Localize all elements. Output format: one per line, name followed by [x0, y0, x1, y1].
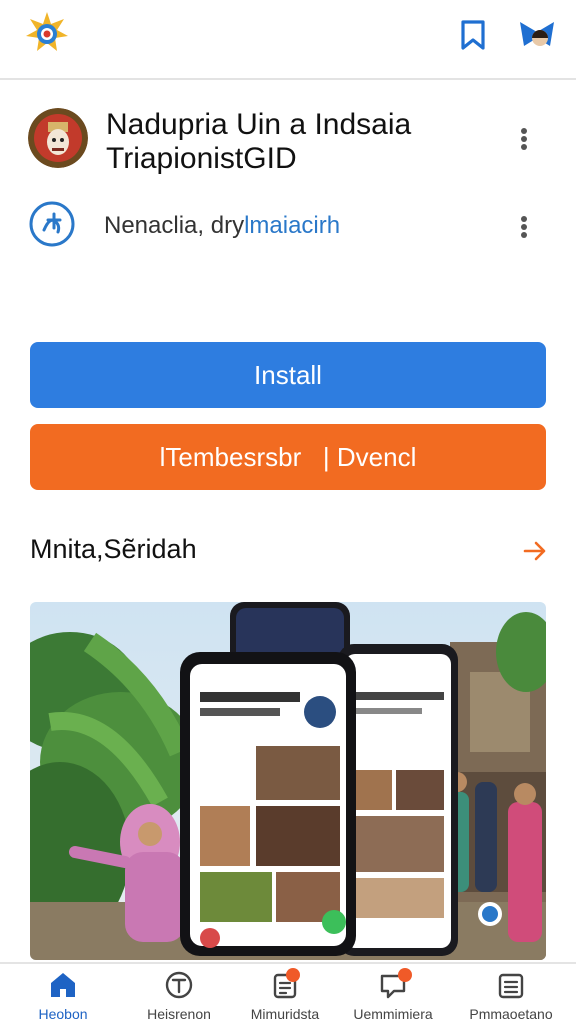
home-icon — [51, 973, 75, 997]
notes-badge — [286, 968, 300, 982]
developer-name-prefix: Nenaclia, dry — [104, 212, 245, 239]
secondary-action-button[interactable]: lTembesrsbr | Dvencl — [30, 424, 546, 490]
list-icon — [498, 973, 524, 999]
bottom-navigation: Heobon Heisrenon Mimuridsta Uemmimiera P… — [0, 962, 576, 1026]
section-title[interactable]: Mnita,Sẽridah — [30, 534, 197, 565]
nav-label-messages: Uemmimiera — [353, 1006, 433, 1022]
profile-avatar[interactable] — [518, 16, 556, 54]
explore-icon — [165, 971, 193, 999]
developer-name-accent: lmaiacirh — [244, 212, 341, 239]
arrow-right-icon[interactable] — [522, 538, 548, 564]
app-header-row: Nadupria Uin a Indsaia TriapionistGID — [28, 106, 548, 176]
bookmark-icon[interactable] — [456, 18, 490, 52]
app-icon[interactable] — [28, 108, 88, 168]
install-button[interactable]: Install — [30, 342, 546, 408]
nav-item-notes[interactable]: Mimuridsta — [230, 964, 340, 1026]
top-bar — [0, 0, 576, 80]
nav-label-home: Heobon — [38, 1006, 88, 1022]
nav-label-notes: Mimuridsta — [250, 1006, 320, 1022]
nav-label-explore: Heisrenon — [147, 1006, 211, 1022]
messages-badge — [398, 968, 412, 982]
developer-row: Nenaclia, drylmaiacirh — [28, 200, 548, 252]
nav-item-explore[interactable]: Heisrenon — [124, 964, 234, 1026]
app-title: Nadupria Uin a Indsaia TriapionistGID — [106, 108, 411, 176]
developer-name[interactable]: Nenaclia, drylmaiacirh — [104, 212, 340, 240]
nav-label-list: Pmmaoetano — [469, 1006, 553, 1022]
app-title-line1: Nadupria Uin a Indsaia — [106, 108, 412, 141]
nav-item-list[interactable]: Pmmaoetano — [456, 964, 566, 1026]
developer-more-options-icon[interactable] — [519, 214, 529, 240]
developer-icon[interactable] — [28, 200, 76, 248]
nav-item-messages[interactable]: Uemmimiera — [338, 964, 448, 1026]
app-preview-image[interactable] — [30, 602, 546, 960]
app-title-line2: TriapionistGID — [106, 142, 297, 175]
app-more-options-icon[interactable] — [519, 126, 529, 152]
emblem-icon[interactable] — [24, 10, 70, 56]
nav-item-home[interactable]: Heobon — [8, 964, 118, 1026]
